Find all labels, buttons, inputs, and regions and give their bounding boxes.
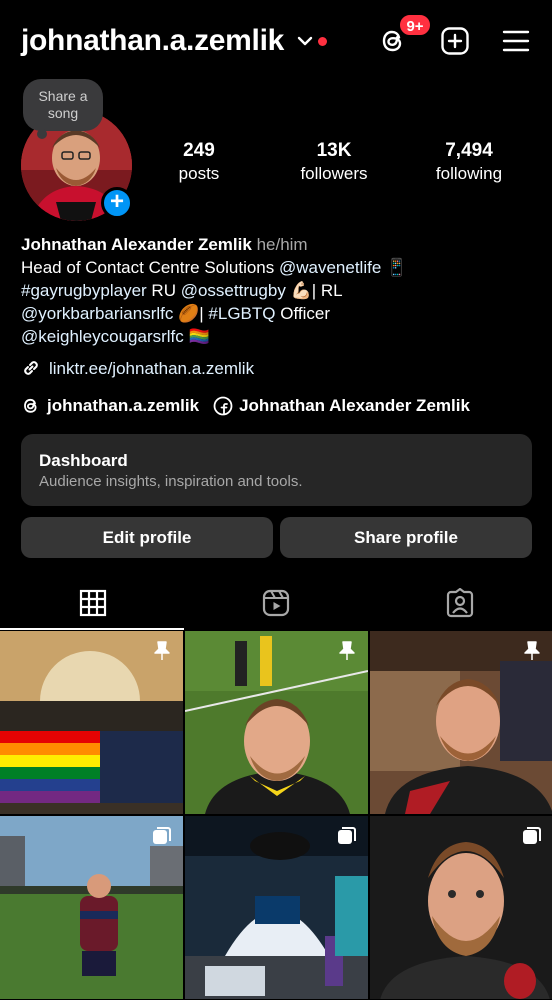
tagged-icon[interactable]: [445, 588, 475, 618]
edit-profile-button[interactable]: Edit profile: [21, 517, 273, 558]
bio-line-4: @keighleycougarsrlfc 🏳️‍🌈: [21, 325, 541, 348]
mention-link[interactable]: @yorkbarbariansrlfc: [21, 304, 173, 323]
following-label: following: [435, 164, 503, 183]
bio-emoji: 🏉: [178, 304, 200, 323]
top-bar: johnathan.a.zemlik 9+: [0, 0, 552, 84]
external-link[interactable]: linktr.ee/johnathan.a.zemlik: [21, 358, 254, 379]
bio-emoji: 🏳️‍🌈: [188, 327, 210, 346]
threads-link[interactable]: johnathan.a.zemlik: [21, 396, 199, 416]
reels-icon[interactable]: [261, 588, 291, 618]
hashtag-link[interactable]: #LGBTQ: [208, 304, 275, 323]
note-text: Share a song: [38, 88, 88, 121]
add-story-button[interactable]: +: [101, 187, 133, 219]
name-line: Johnathan Alexander Zemlik he/him: [21, 233, 541, 256]
bio-emoji: 📱: [386, 258, 408, 277]
post-tile[interactable]: [370, 631, 552, 814]
post-tile[interactable]: [185, 631, 368, 814]
plus-icon: +: [109, 188, 124, 215]
carousel-icon: [523, 827, 541, 844]
bio-text: Head of Contact Centre Solutions: [21, 258, 279, 277]
pin-icon: [524, 641, 540, 660]
following-stat[interactable]: 7,494 following: [409, 139, 529, 185]
post-tile[interactable]: [370, 816, 552, 999]
bio: Johnathan Alexander Zemlik he/him Head o…: [21, 233, 541, 348]
grid-icon[interactable]: [78, 588, 108, 618]
pronouns: he/him: [256, 235, 308, 254]
share-profile-button[interactable]: Share profile: [280, 517, 532, 558]
followers-stat[interactable]: 13K followers: [274, 139, 394, 185]
bio-line-1: Head of Contact Centre Solutions @wavene…: [21, 256, 541, 279]
bio-text: RU: [146, 281, 181, 300]
mention-link[interactable]: @wavenetlife: [279, 258, 381, 277]
menu-icon[interactable]: [502, 28, 530, 54]
posts-label: posts: [178, 164, 220, 183]
link-icon: [24, 361, 38, 375]
following-count: 7,494: [445, 140, 493, 161]
threads-icon: [24, 398, 37, 413]
note-bubble[interactable]: Share a song: [23, 79, 103, 139]
dashboard-subtitle: Audience insights, inspiration and tools…: [39, 473, 303, 490]
post-tile[interactable]: [0, 631, 183, 814]
bio-text: | RL: [311, 281, 343, 300]
pin-icon: [339, 641, 355, 660]
carousel-icon: [153, 827, 171, 844]
mention-link[interactable]: @keighleycougarsrlfc: [21, 327, 184, 346]
notification-badge[interactable]: 9+: [398, 13, 432, 37]
followers-label: followers: [300, 164, 368, 183]
carousel-icon: [338, 827, 356, 844]
post-tile[interactable]: [185, 816, 368, 999]
bio-line-2: #gayrugbyplayer RU @ossettrugby 💪🏻| RL: [21, 279, 541, 302]
facebook-icon: [213, 396, 233, 416]
pin-icon: [154, 641, 170, 660]
posts-grid: [0, 631, 552, 1000]
posts-stat[interactable]: 249 posts: [139, 139, 259, 185]
bio-line-3: @yorkbarbariansrlfc 🏉| #LGBTQ Officer: [21, 302, 541, 325]
profile-username[interactable]: johnathan.a.zemlik: [21, 24, 284, 58]
profile-tabs: [0, 578, 552, 630]
threads-handle: johnathan.a.zemlik: [47, 396, 200, 415]
hashtag-link[interactable]: #gayrugbyplayer: [21, 281, 147, 300]
chevron-down-icon[interactable]: [296, 32, 314, 50]
new-post-icon[interactable]: [440, 26, 470, 56]
active-tab-indicator: [0, 628, 184, 630]
followers-count: 13K: [316, 140, 352, 161]
facebook-name: Johnathan Alexander Zemlik: [239, 396, 470, 415]
bio-emoji: 💪🏻: [290, 281, 312, 300]
post-tile[interactable]: [0, 816, 183, 999]
mention-link[interactable]: @ossettrugby: [181, 281, 286, 300]
professional-dashboard[interactable]: Dashboard Audience insights, inspiration…: [21, 434, 532, 506]
bio-text: Officer: [275, 304, 330, 323]
link-text: linktr.ee/johnathan.a.zemlik: [49, 359, 255, 378]
dashboard-title: Dashboard: [39, 451, 128, 470]
posts-count: 249: [183, 140, 215, 161]
facebook-link[interactable]: Johnathan Alexander Zemlik: [213, 396, 470, 416]
account-notification-dot: [318, 37, 327, 46]
social-links: johnathan.a.zemlik Johnathan Alexander Z…: [21, 396, 484, 416]
full-name: Johnathan Alexander Zemlik: [21, 235, 252, 254]
